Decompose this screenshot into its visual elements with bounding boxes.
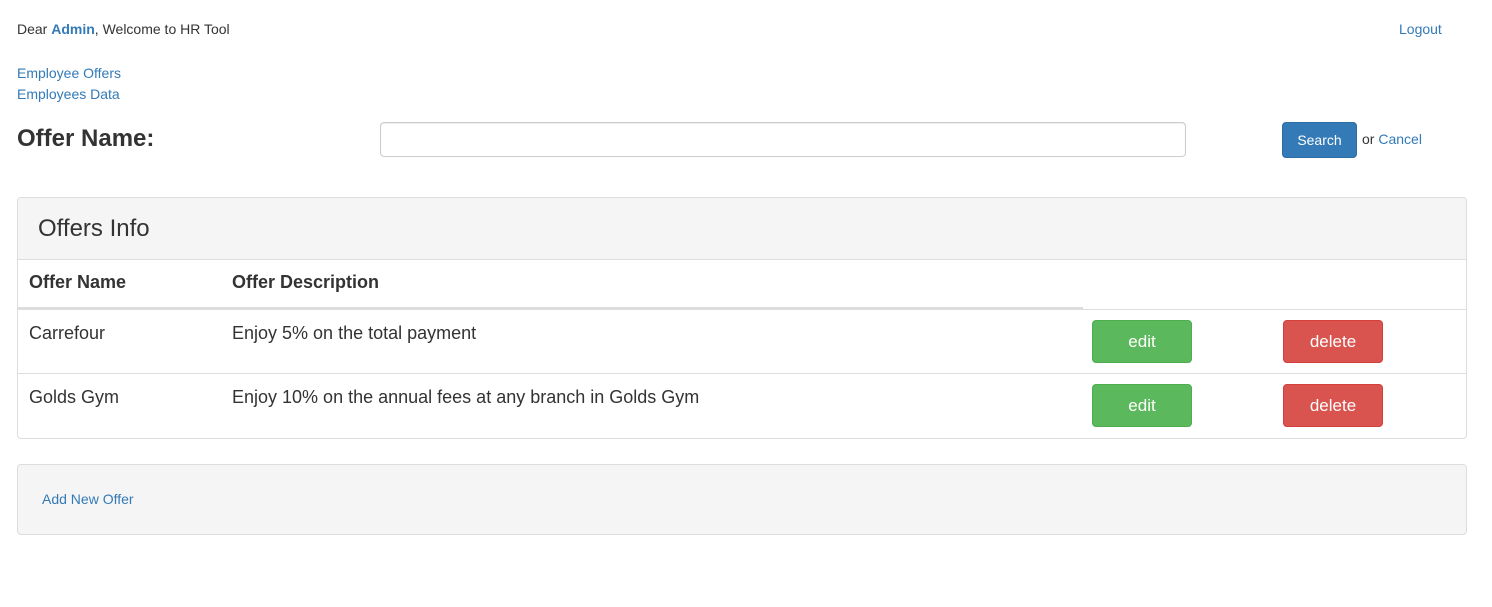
- or-text: or: [1362, 131, 1379, 147]
- panel-heading: Offers Info: [18, 198, 1466, 260]
- top-bar: Dear Admin, Welcome to HR Tool Logout: [17, 21, 1492, 41]
- column-header-offer-description: Offer Description: [232, 272, 380, 292]
- offer-name-input[interactable]: [380, 122, 1186, 157]
- or-cancel: or Cancel: [1362, 131, 1422, 147]
- nav-links: Employee Offers Employees Data: [17, 63, 121, 105]
- table-header: Offer Name Offer Description: [18, 260, 1466, 310]
- table-row: Golds Gym Enjoy 10% on the annual fees a…: [18, 373, 1466, 437]
- nav-link-employee-offers[interactable]: Employee Offers: [17, 63, 121, 84]
- welcome-message: Dear Admin, Welcome to HR Tool: [17, 21, 230, 37]
- offer-description-cell: Enjoy 5% on the total payment: [232, 323, 477, 343]
- search-button[interactable]: Search: [1282, 122, 1357, 158]
- offer-description-cell: Enjoy 10% on the annual fees at any bran…: [232, 387, 700, 407]
- offer-name-label: Offer Name:: [17, 125, 155, 152]
- welcome-prefix: Dear: [17, 21, 52, 37]
- welcome-suffix: , Welcome to HR Tool: [94, 21, 230, 37]
- cancel-link[interactable]: Cancel: [1378, 131, 1422, 147]
- nav-link-employees-data[interactable]: Employees Data: [17, 84, 121, 105]
- panel-title: Offers Info: [38, 215, 150, 242]
- column-header-offer-name: Offer Name: [29, 272, 127, 292]
- offer-name-cell: Carrefour: [29, 323, 106, 343]
- search-form: Offer Name: Search or Cancel: [17, 122, 1467, 160]
- add-offer-panel: Add New Offer: [17, 464, 1467, 535]
- offer-name-cell: Golds Gym: [29, 387, 120, 407]
- add-new-offer-link[interactable]: Add New Offer: [42, 491, 134, 507]
- table-row: Carrefour Enjoy 5% on the total payment …: [18, 309, 1466, 373]
- logout-link[interactable]: Logout: [1399, 21, 1442, 37]
- edit-button[interactable]: edit: [1092, 384, 1192, 427]
- user-name: Admin: [51, 21, 95, 37]
- delete-button[interactable]: delete: [1283, 320, 1383, 363]
- offers-panel: Offers Info Offer Name Offer Description…: [17, 197, 1467, 439]
- delete-button[interactable]: delete: [1283, 384, 1383, 427]
- edit-button[interactable]: edit: [1092, 320, 1192, 363]
